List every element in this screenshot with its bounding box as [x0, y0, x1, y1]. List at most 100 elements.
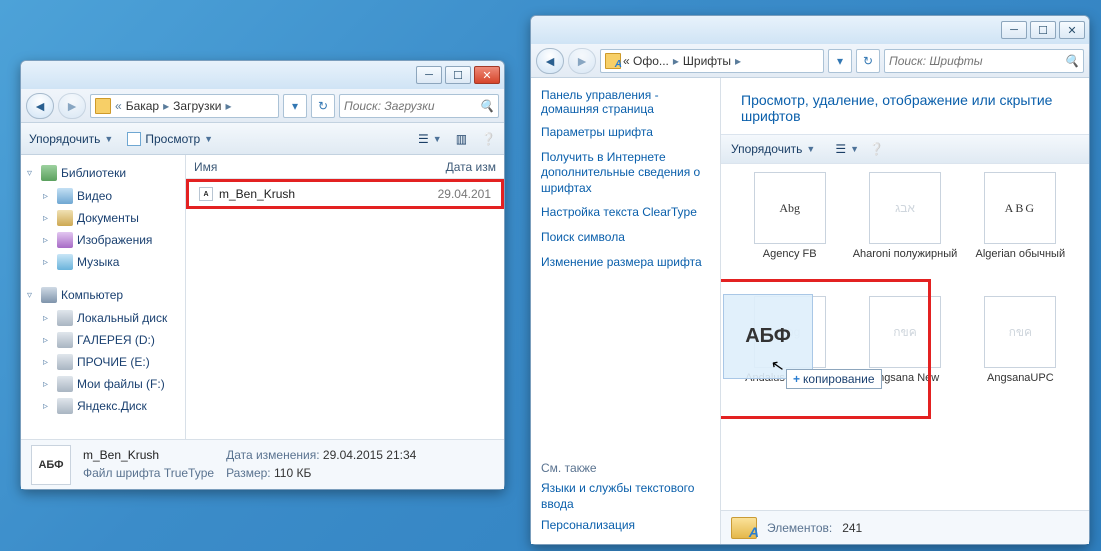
documents-icon [57, 210, 73, 226]
sidebar-link[interactable]: Изменение размера шрифта [541, 255, 710, 271]
tree-item-images[interactable]: ▹Изображения [25, 229, 181, 251]
font-label: Aharoni полужирный [853, 248, 958, 261]
status-label: Элементов: [767, 521, 832, 535]
font-file-icon: A [199, 187, 213, 201]
minimize-button[interactable]: ─ [1001, 21, 1027, 39]
help-button[interactable]: ❔ [869, 142, 884, 156]
forward-button[interactable]: ► [568, 48, 596, 74]
history-dropdown[interactable]: ▾ [283, 94, 307, 118]
drive-icon [57, 354, 73, 370]
maximize-button[interactable]: ☐ [1030, 21, 1056, 39]
history-dropdown[interactable]: ▾ [828, 49, 852, 73]
libraries-icon [41, 165, 57, 181]
drag-tooltip: +копирование [786, 369, 882, 389]
details-type: Файл шрифта TrueType [83, 465, 214, 482]
tree-item-documents[interactable]: ▹Документы [25, 207, 181, 229]
back-button[interactable]: ◄ [26, 93, 54, 119]
font-item[interactable]: אבג Aharoni полужирный [850, 172, 959, 292]
titlebar: ─ ☐ ✕ [531, 16, 1089, 44]
minimize-button[interactable]: ─ [416, 66, 442, 84]
breadcrumb-prefix[interactable]: « Офо... [623, 54, 669, 68]
status-count: 241 [842, 521, 862, 535]
tree-item-music[interactable]: ▹Музыка [25, 251, 181, 273]
tree-section-libraries[interactable]: ▿Библиотеки [25, 161, 181, 185]
search-input[interactable] [889, 54, 1064, 68]
view-mode-button[interactable]: ☰▼ [418, 132, 442, 146]
tree-item-drive[interactable]: ▹Мои файлы (F:) [25, 373, 181, 395]
music-icon [57, 254, 73, 270]
organize-menu[interactable]: Упорядочить▼ [29, 132, 113, 146]
breadcrumb-segment[interactable]: Шрифты [683, 54, 731, 68]
explorer-window-downloads: ─ ☐ ✕ ◄ ► « Бакар ▸ Загрузки ▸ ▾ ↻ 🔍 Упо… [20, 60, 505, 490]
col-date[interactable]: Дата изм [446, 160, 496, 174]
toolbar: Упорядочить▼ ☰▼ ❔ [721, 134, 1089, 164]
see-also-heading: См. также [541, 461, 710, 475]
drive-icon [57, 332, 73, 348]
refresh-button[interactable]: ↻ [856, 49, 880, 73]
sidebar-link[interactable]: Параметры шрифта [541, 125, 710, 141]
fonts-pane: Просмотр, удаление, отображение или скры… [721, 78, 1089, 544]
status-bar: Элементов: 241 [721, 510, 1089, 544]
column-headers[interactable]: Имя Дата изм [186, 155, 504, 179]
search-box[interactable]: 🔍 [339, 94, 499, 118]
breadcrumb-segment[interactable]: Загрузки [173, 99, 221, 113]
sidebar-home-link[interactable]: Панель управления - домашняя страница [541, 88, 710, 116]
font-label: AngsanaUPC [987, 372, 1054, 385]
fonts-grid[interactable]: Abg Agency FB אבג Aharoni полужирный ABG… [721, 164, 1089, 510]
file-thumbnail: АБФ [31, 445, 71, 485]
preview-pane-button[interactable]: ▥ [456, 132, 467, 146]
sidebar-link[interactable]: Поиск символа [541, 230, 710, 246]
search-box[interactable]: 🔍 [884, 49, 1084, 73]
font-item[interactable]: ABG Algerian обычный [966, 172, 1075, 292]
tree-item-drive[interactable]: ▹Локальный диск [25, 307, 181, 329]
font-label: Agency FB [763, 248, 817, 261]
font-preview: กขค [869, 296, 941, 368]
close-button[interactable]: ✕ [1059, 21, 1085, 39]
font-item[interactable]: กขค AngsanaUPC [966, 296, 1075, 416]
breadcrumb[interactable]: « Бакар ▸ Загрузки ▸ [90, 94, 279, 118]
page-heading: Просмотр, удаление, отображение или скры… [721, 78, 1089, 134]
tree-item-drive[interactable]: ▹Яндекс.Диск [25, 395, 181, 417]
close-button[interactable]: ✕ [474, 66, 500, 84]
font-item[interactable]: Abg Agency FB [735, 172, 844, 292]
explorer-window-fonts: ─ ☐ ✕ ◄ ► A « Офо... ▸ Шрифты ▸ ▾ ↻ 🔍 Па… [530, 15, 1090, 545]
view-mode-button[interactable]: ☰▼ [835, 142, 859, 156]
file-row[interactable]: A m_Ben_Krush 29.04.201 [192, 183, 498, 205]
font-preview: אבג [869, 172, 941, 244]
sidebar-link[interactable]: Настройка текста ClearType [541, 205, 710, 221]
tree-item-drive[interactable]: ▹ПРОЧИЕ (E:) [25, 351, 181, 373]
computer-icon [41, 287, 57, 303]
tree-section-computer[interactable]: ▿Компьютер [25, 283, 181, 307]
search-icon: 🔍 [1064, 54, 1079, 68]
file-date: 29.04.201 [438, 187, 491, 201]
control-panel-sidebar: Панель управления - домашняя страница Па… [531, 78, 721, 544]
font-preview: ABG [984, 172, 1056, 244]
help-button[interactable]: ❔ [481, 132, 496, 146]
file-name: m_Ben_Krush [219, 187, 295, 201]
search-input[interactable] [344, 99, 479, 113]
font-item[interactable]: กขค Angsana New [850, 296, 959, 416]
sidebar-link[interactable]: Получить в Интернете дополнительные свед… [541, 150, 710, 197]
font-preview: กขค [984, 296, 1056, 368]
search-icon: 🔍 [479, 99, 494, 113]
font-preview: Abg [754, 172, 826, 244]
plus-icon: + [793, 372, 800, 386]
tree-item-drive[interactable]: ▹ГАЛЕРЕЯ (D:) [25, 329, 181, 351]
sidebar-link[interactable]: Языки и службы текстового ввода [541, 481, 710, 512]
forward-button[interactable]: ► [58, 93, 86, 119]
images-icon [57, 232, 73, 248]
drag-ghost: АБФ [723, 294, 813, 379]
back-button[interactable]: ◄ [536, 48, 564, 74]
col-name[interactable]: Имя [194, 160, 446, 174]
tree-item-video[interactable]: ▹Видео [25, 185, 181, 207]
sidebar-link[interactable]: Персонализация [541, 518, 710, 534]
folder-icon [95, 98, 111, 114]
drive-icon [57, 376, 73, 392]
preview-menu[interactable]: Просмотр▼ [127, 132, 213, 146]
drive-icon [57, 398, 73, 414]
organize-menu[interactable]: Упорядочить▼ [731, 142, 815, 156]
breadcrumb-segment[interactable]: Бакар [126, 99, 159, 113]
breadcrumb[interactable]: A « Офо... ▸ Шрифты ▸ [600, 49, 824, 73]
refresh-button[interactable]: ↻ [311, 94, 335, 118]
maximize-button[interactable]: ☐ [445, 66, 471, 84]
